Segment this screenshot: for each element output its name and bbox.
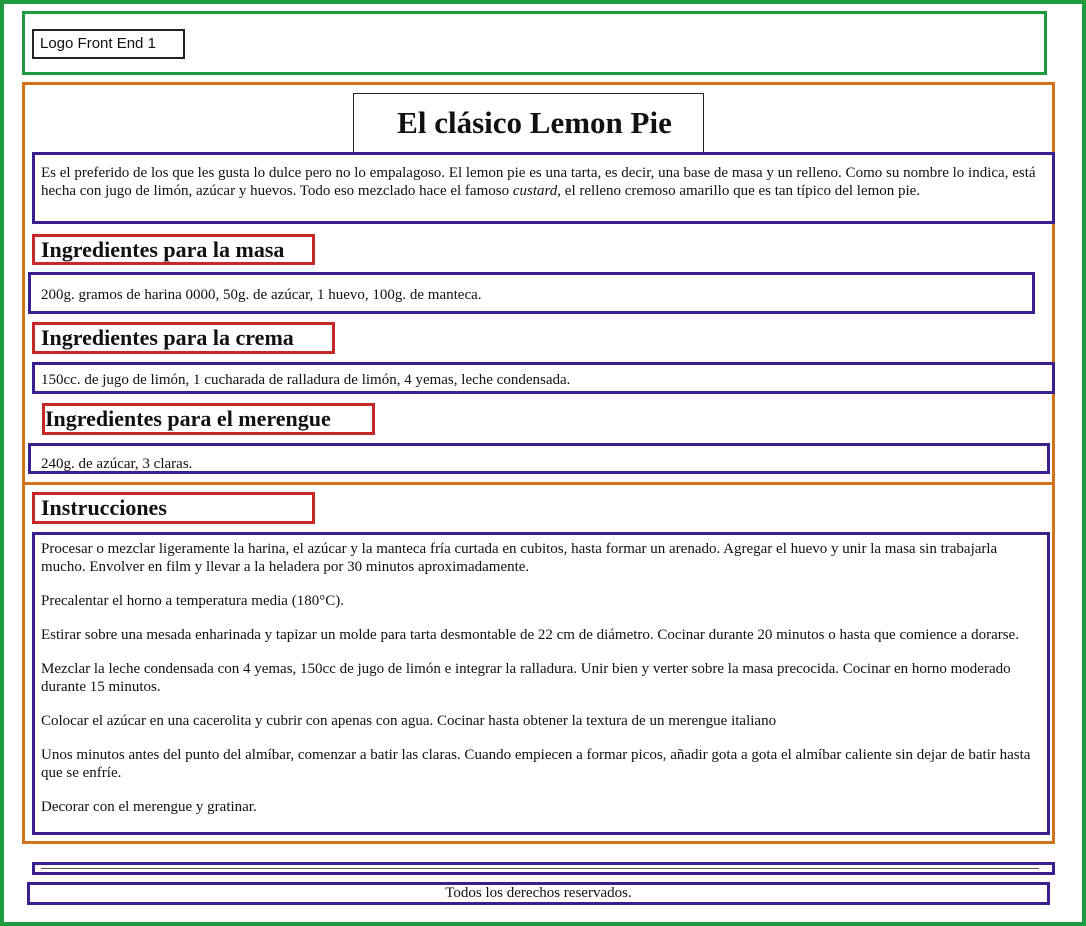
- divider-box: [32, 862, 1055, 875]
- logo[interactable]: Logo Front End 1: [32, 29, 185, 59]
- instruction-step-7: Decorar con el merengue y gratinar.: [41, 799, 257, 815]
- heading-merengue: Ingredientes para el merengue: [42, 403, 375, 435]
- instruction-step-3: Estirar sobre una mesada enharinada y ta…: [41, 627, 1019, 643]
- intro-paragraph: Es el preferido de los que les gusta lo …: [32, 152, 1055, 224]
- intro-emphasis: custard: [512, 183, 558, 199]
- ingredients-crema: 150cc. de jugo de limón, 1 cucharada de …: [32, 362, 1055, 394]
- instruction-step-6: Unos minutos antes del punto del almíbar…: [41, 747, 1031, 781]
- instruction-step-4: Mezclar la leche condensada con 4 yemas,…: [41, 661, 1011, 695]
- heading-masa: Ingredientes para la masa: [32, 234, 315, 265]
- instruction-step-1: Procesar o mezclar ligeramente la harina…: [41, 541, 998, 575]
- footer: Todos los derechos reservados.: [27, 882, 1050, 905]
- horizontal-rule: [41, 868, 1039, 869]
- page-title: El clásico Lemon Pie: [353, 93, 704, 153]
- instruction-step-5: Colocar el azúcar en una cacerolita y cu…: [41, 713, 777, 729]
- instructions-list: Procesar o mezclar ligeramente la harina…: [32, 532, 1050, 835]
- heading-instrucciones: Instrucciones: [32, 492, 315, 524]
- instruction-step-2: Precalentar el horno a temperatura media…: [41, 593, 344, 609]
- intro-text-2: , el relleno cremoso amarillo que es tan…: [557, 183, 921, 199]
- ingredients-masa: 200g. gramos de harina 0000, 50g. de azú…: [28, 272, 1035, 314]
- ingredients-merengue: 240g. de azúcar, 3 claras.: [28, 443, 1050, 474]
- heading-crema: Ingredientes para la crema: [32, 322, 335, 354]
